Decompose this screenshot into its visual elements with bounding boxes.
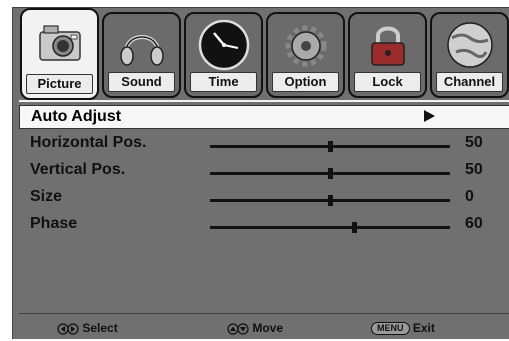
clock-icon <box>198 19 249 71</box>
menu-item-label: Size <box>30 188 63 205</box>
tab-label: Option <box>272 72 339 92</box>
slider-thumb[interactable] <box>328 141 333 152</box>
tab-label: Picture <box>26 74 93 94</box>
menu-item-size[interactable]: Size 0 <box>19 186 509 210</box>
tab-label: Time <box>190 72 257 92</box>
picture-menu-list: Auto Adjust Horizontal Pos. 50 Vertical … <box>19 105 509 309</box>
size-slider[interactable] <box>210 195 450 206</box>
globe-icon <box>446 22 493 68</box>
slider-thumb[interactable] <box>352 222 357 233</box>
tab-label: Lock <box>354 72 421 92</box>
tab-sound[interactable]: Sound <box>102 12 181 98</box>
up-down-keys-icon <box>227 323 249 335</box>
menu-item-phase[interactable]: Phase 60 <box>19 213 509 237</box>
tab-bar: Picture Sound Time Option Lock Channel <box>20 8 509 100</box>
exit-hint: MENU Exit <box>371 321 435 336</box>
select-label: Select <box>82 321 118 335</box>
slider-thumb[interactable] <box>328 195 333 206</box>
lock-icon <box>370 26 405 66</box>
select-hint: Select <box>57 321 118 335</box>
menu-item-horizontal-pos[interactable]: Horizontal Pos. 50 <box>19 132 509 156</box>
osd-menu-panel: Picture Sound Time Option Lock Channel A… <box>12 7 509 339</box>
menu-item-value: 0 <box>465 188 474 205</box>
menu-item-vertical-pos[interactable]: Vertical Pos. 50 <box>19 159 509 183</box>
gear-icon <box>285 25 326 67</box>
arrow-right-icon <box>424 110 435 122</box>
tab-label: Sound <box>108 72 175 92</box>
camera-icon <box>38 25 81 61</box>
horizontal-pos-slider[interactable] <box>210 141 450 152</box>
tab-picture[interactable]: Picture <box>20 8 99 100</box>
headphones-icon <box>119 35 164 66</box>
menu-item-auto-adjust[interactable]: Auto Adjust <box>19 105 509 129</box>
key-hint-bar: Select Move MENU Exit <box>19 313 509 341</box>
menu-item-value: 50 <box>465 161 483 178</box>
menu-item-value: 50 <box>465 134 483 151</box>
exit-label: Exit <box>412 321 435 335</box>
tab-time[interactable]: Time <box>184 12 263 98</box>
vertical-pos-slider[interactable] <box>210 168 450 179</box>
menu-item-label: Horizontal Pos. <box>30 134 147 151</box>
phase-slider[interactable] <box>210 222 450 233</box>
menu-item-label: Auto Adjust <box>31 108 122 125</box>
tab-channel[interactable]: Channel <box>430 12 509 98</box>
menu-item-value: 60 <box>465 215 483 232</box>
menu-item-label: Phase <box>30 215 78 232</box>
tab-divider <box>19 100 509 102</box>
move-label: Move <box>252 321 284 335</box>
tab-lock[interactable]: Lock <box>348 12 427 98</box>
tv-osd-screen: Picture Sound Time Option Lock Channel A… <box>0 0 509 339</box>
tab-label: Channel <box>436 72 503 92</box>
move-hint: Move <box>227 321 283 335</box>
slider-thumb[interactable] <box>328 168 333 179</box>
menu-key-icon: MENU <box>371 322 410 336</box>
left-right-keys-icon <box>57 323 79 335</box>
menu-item-label: Vertical Pos. <box>30 161 126 178</box>
tab-option[interactable]: Option <box>266 12 345 98</box>
